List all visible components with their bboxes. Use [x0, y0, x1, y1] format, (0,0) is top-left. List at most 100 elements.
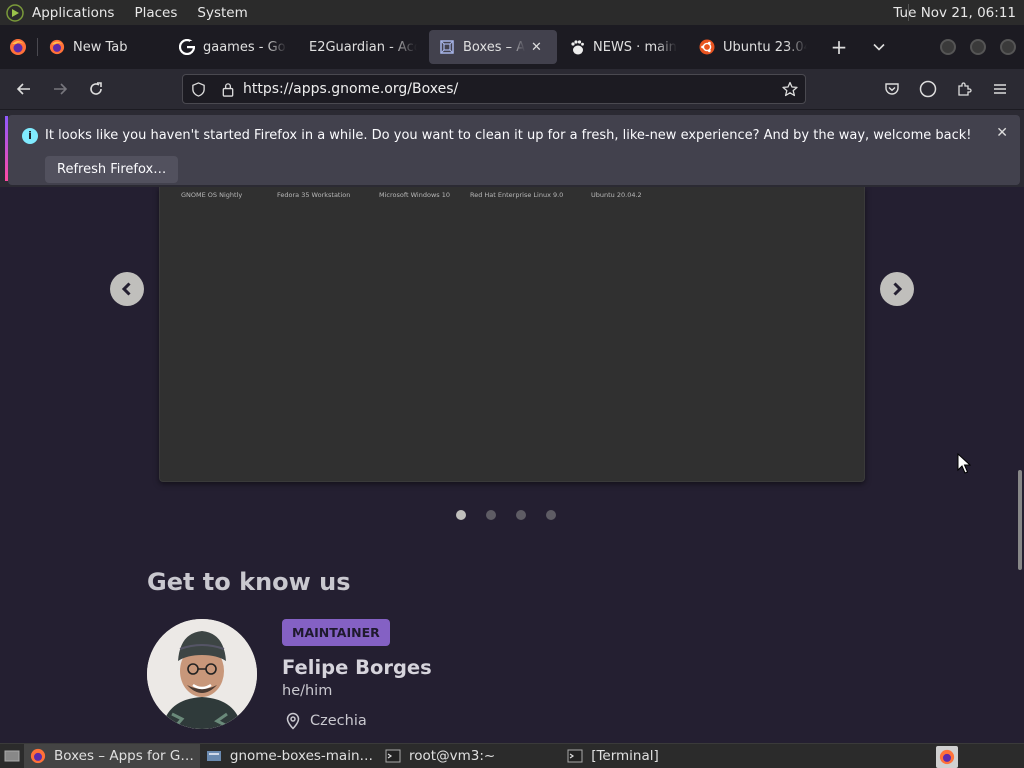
list-all-tabs-button[interactable] — [861, 30, 897, 64]
reload-button[interactable] — [78, 73, 114, 105]
close-tab-icon[interactable]: ✕ — [531, 40, 547, 55]
lock-icon[interactable] — [213, 82, 243, 97]
taskbar-item-label: Boxes – Apps for G… — [54, 748, 194, 764]
notification-card: i It looks like you haven't started Fire… — [8, 115, 1020, 185]
tab-boxes[interactable]: Boxes – Apps ✕ — [429, 30, 557, 64]
workspace-switcher[interactable] — [936, 746, 958, 768]
top-panel: Applications Places System Tue Nov 21, 0… — [0, 0, 1024, 25]
taskbar-item-file-manager[interactable]: gnome-boxes-main… — [200, 744, 379, 768]
places-menu[interactable]: Places — [128, 5, 183, 21]
page-scrollbar[interactable] — [1018, 470, 1022, 570]
applications-menu[interactable]: Applications — [26, 5, 120, 21]
carousel-dot[interactable] — [486, 510, 496, 520]
person-pronouns: he/him — [282, 683, 333, 699]
pocket-button[interactable] — [874, 73, 910, 105]
maximize-window-button[interactable] — [970, 39, 986, 55]
carousel-dot[interactable] — [456, 510, 466, 520]
taskbar-item-firefox[interactable]: Boxes – Apps for G… — [24, 743, 200, 768]
file-manager-icon — [206, 748, 222, 764]
reload-icon — [90, 82, 102, 95]
taskbar-item-label: [Terminal] — [591, 748, 659, 764]
account-button[interactable] — [910, 73, 946, 105]
terminal-icon — [385, 748, 401, 764]
location-text: Czechia — [310, 713, 367, 729]
url-text[interactable]: https://apps.gnome.org/Boxes/ — [243, 81, 775, 97]
tab-e2guardian[interactable]: E2Guardian - Acce — [299, 30, 427, 64]
gnome-foot-icon[interactable] — [6, 3, 24, 22]
vm-label: Ubuntu 20.04.2 — [591, 191, 642, 199]
notification-bar: i It looks like you haven't started Fire… — [0, 109, 1024, 187]
person-name: Felipe Borges — [282, 656, 432, 679]
google-icon — [179, 39, 195, 55]
page-content[interactable]: GNOME OS Nightly Fedora 35 Workstation M… — [0, 187, 1024, 743]
vm-label: GNOME OS Nightly — [181, 191, 243, 199]
taskbar-item-label: root@vm3:~ — [409, 748, 496, 764]
role-badge: MAINTAINER — [282, 619, 390, 646]
info-icon: i — [22, 128, 38, 144]
hamburger-icon — [994, 84, 1006, 94]
clock[interactable]: Tue Nov 21, 06:11 — [893, 5, 1024, 21]
taskbar-item-terminal[interactable]: [Terminal] — [561, 744, 665, 768]
vm-label: Microsoft Windows 10 — [379, 191, 450, 199]
navigation-toolbar: https://apps.gnome.org/Boxes/ — [0, 69, 1024, 109]
firefox-icon — [10, 39, 26, 55]
carousel-pagination — [456, 510, 576, 520]
taskbar-item-label: gnome-boxes-main… — [229, 748, 374, 764]
tab-news[interactable]: NEWS · main — [559, 30, 687, 64]
system-menu[interactable]: System — [191, 5, 253, 21]
terminal-icon — [567, 748, 583, 764]
taskbar-item-terminal-root[interactable]: root@vm3:~ — [379, 744, 501, 768]
close-window-button[interactable] — [1000, 39, 1016, 55]
carousel-previous-button[interactable] — [110, 272, 144, 306]
app-menu-button[interactable] — [982, 73, 1018, 105]
tab-title: NEWS · main — [593, 39, 677, 55]
firefox-icon — [49, 39, 65, 55]
section-heading: Get to know us — [147, 568, 351, 596]
carousel-screenshot: GNOME OS Nightly Fedora 35 Workstation M… — [159, 187, 865, 482]
plus-icon: + — [830, 35, 848, 59]
tab-title: E2Guardian - Acce — [309, 39, 417, 55]
refresh-firefox-button[interactable]: Refresh Firefox… — [45, 156, 179, 183]
chevron-down-icon — [873, 43, 885, 51]
carousel-next-button[interactable] — [880, 272, 914, 306]
panel-separator — [908, 4, 909, 21]
tab-title: Boxes – Apps — [463, 39, 525, 55]
location-pin-icon — [286, 712, 300, 730]
shield-icon[interactable] — [183, 81, 213, 97]
account-icon — [919, 80, 937, 98]
forward-button[interactable] — [42, 73, 78, 105]
boxes-icon — [439, 39, 455, 55]
extensions-button[interactable] — [946, 73, 982, 105]
minimize-window-button[interactable] — [940, 39, 956, 55]
desktop-icon — [4, 750, 20, 762]
carousel-dot[interactable] — [546, 510, 556, 520]
tab-strip: New Tab gaames - Goo E2Guardian - Acce B… — [0, 25, 1024, 69]
arrow-left-icon — [16, 83, 30, 95]
puzzle-icon — [958, 82, 972, 96]
show-desktop-button[interactable] — [0, 744, 24, 768]
chevron-left-icon — [121, 282, 131, 296]
carousel-dot[interactable] — [516, 510, 526, 520]
pocket-icon — [885, 83, 899, 95]
vm-label: Red Hat Enterprise Linux 9.0 — [470, 191, 564, 199]
ubuntu-icon — [699, 39, 715, 55]
vm-label: Fedora 35 Workstation — [277, 191, 351, 199]
tab-title: Ubuntu 23.04 — [723, 39, 807, 55]
new-tab-button[interactable]: + — [821, 30, 857, 64]
url-bar[interactable]: https://apps.gnome.org/Boxes/ — [182, 74, 806, 104]
chevron-right-icon — [893, 282, 903, 296]
tab-google[interactable]: gaames - Goo — [169, 30, 297, 64]
back-button[interactable] — [6, 73, 42, 105]
taskbar: Boxes – Apps for G… gnome-boxes-main… ro… — [0, 743, 1024, 768]
tab-ubuntu[interactable]: Ubuntu 23.04 — [689, 30, 817, 64]
arrow-right-icon — [54, 83, 68, 95]
person-location: Czechia — [284, 712, 367, 730]
bookmark-star-icon[interactable] — [775, 81, 805, 97]
firefox-icon — [939, 749, 955, 765]
close-notification-icon[interactable]: ✕ — [996, 125, 1008, 141]
gnome-foot-icon — [569, 39, 585, 55]
notification-message: It looks like you haven't started Firefo… — [45, 128, 972, 143]
tab-new-tab[interactable]: New Tab — [39, 30, 167, 64]
avatar — [147, 619, 257, 729]
firefox-view-button[interactable] — [0, 25, 36, 69]
